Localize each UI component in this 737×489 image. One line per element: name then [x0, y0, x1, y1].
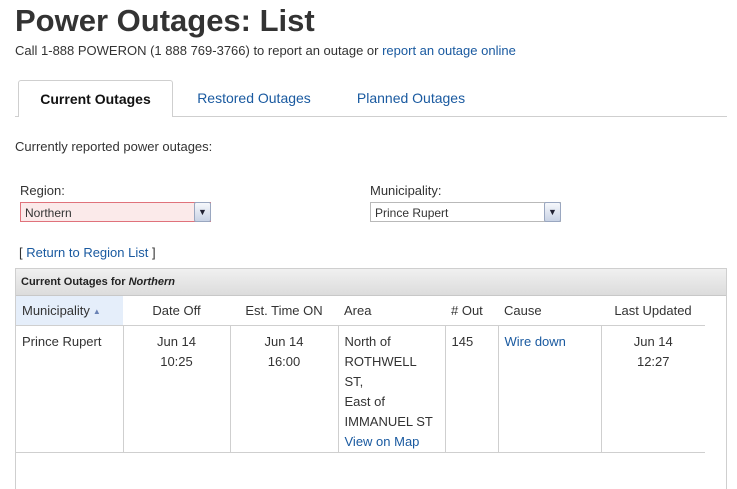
cause-link[interactable]: Wire down	[505, 334, 566, 349]
panel-header-region: Northern	[128, 276, 176, 288]
intro-text: Currently reported power outages:	[15, 139, 213, 154]
column-header-municipality[interactable]: Municipality ▲	[16, 296, 123, 326]
cell-municipality: Prince Rupert	[16, 325, 124, 453]
cell-cause: Wire down	[498, 325, 602, 453]
updated-time: 12:27	[636, 354, 670, 369]
cell-out: 145	[445, 325, 499, 453]
report-online-link[interactable]: report an outage online	[382, 43, 516, 58]
return-to-region-list-link[interactable]: Return to Region List	[26, 245, 148, 260]
region-select-value: Northern	[25, 206, 72, 220]
region-select[interactable]: Northern ▼	[20, 202, 211, 222]
municipality-select[interactable]: Prince Rupert ▼	[370, 202, 561, 222]
outages-panel: Current Outages for Northern Municipalit…	[15, 268, 727, 489]
view-on-map-link[interactable]: View on Map	[345, 434, 420, 449]
tab-planned-outages[interactable]: Planned Outages	[345, 80, 477, 115]
area-line: ROTHWELL ST,	[344, 354, 417, 389]
panel-header: Current Outages for Northern	[16, 269, 726, 296]
municipality-select-value: Prince Rupert	[375, 206, 449, 220]
tab-restored-outages[interactable]: Restored Outages	[185, 80, 323, 115]
column-header-est-time-on[interactable]: Est. Time ON	[230, 296, 338, 326]
area-line: IMMANUEL ST	[344, 414, 433, 429]
outage-tabs: Current Outages Restored Outages Planned…	[15, 80, 727, 117]
column-header-area[interactable]: Area	[338, 296, 445, 326]
panel-header-prefix: Current Outages for	[21, 276, 129, 288]
page-title: Power Outages: List	[15, 3, 315, 38]
date-off-day: Jun 14	[156, 334, 197, 349]
area-line: North of	[344, 334, 391, 349]
column-header-date-off[interactable]: Date Off	[123, 296, 230, 326]
column-header-out[interactable]: # Out	[445, 296, 498, 326]
date-off-time: 10:25	[160, 354, 193, 369]
area-line: East of	[344, 394, 385, 409]
municipality-label: Municipality:	[370, 183, 442, 198]
outages-table: Municipality ▲ Date Off Est. Time ON Area…	[16, 296, 705, 453]
cell-date-off: Jun 14 10:25	[123, 325, 231, 453]
sort-ascending-icon: ▲	[92, 307, 101, 317]
cell-last-updated: Jun 14 12:27	[601, 325, 705, 453]
est-on-time: 16:00	[267, 354, 301, 369]
updated-day: Jun 14	[633, 334, 673, 349]
cell-est-time-on: Jun 14 16:00	[230, 325, 339, 453]
return-link-wrapper: [ Return to Region List ]	[19, 245, 156, 260]
chevron-down-icon[interactable]: ▼	[544, 202, 561, 222]
tab-current-outages[interactable]: Current Outages	[18, 80, 173, 117]
report-phone-text: Call 1-888 POWERON (1 888 769-3766) to r…	[15, 43, 383, 58]
cell-area: North of ROTHWELL ST, East of IMMANUEL S…	[338, 325, 446, 453]
bracket-close: ]	[148, 245, 156, 260]
table-row: Prince Rupert Jun 14 10:25 Jun 14 16:00 …	[16, 325, 705, 453]
report-outage-line: Call 1-888 POWERON (1 888 769-3766) to r…	[15, 43, 516, 58]
chevron-down-icon[interactable]: ▼	[194, 202, 211, 222]
table-header-row: Municipality ▲ Date Off Est. Time ON Area…	[16, 296, 705, 326]
region-label: Region:	[20, 183, 65, 198]
column-header-last-updated[interactable]: Last Updated	[601, 296, 705, 326]
column-header-cause[interactable]: Cause	[498, 296, 601, 326]
est-on-day: Jun 14	[264, 334, 304, 349]
